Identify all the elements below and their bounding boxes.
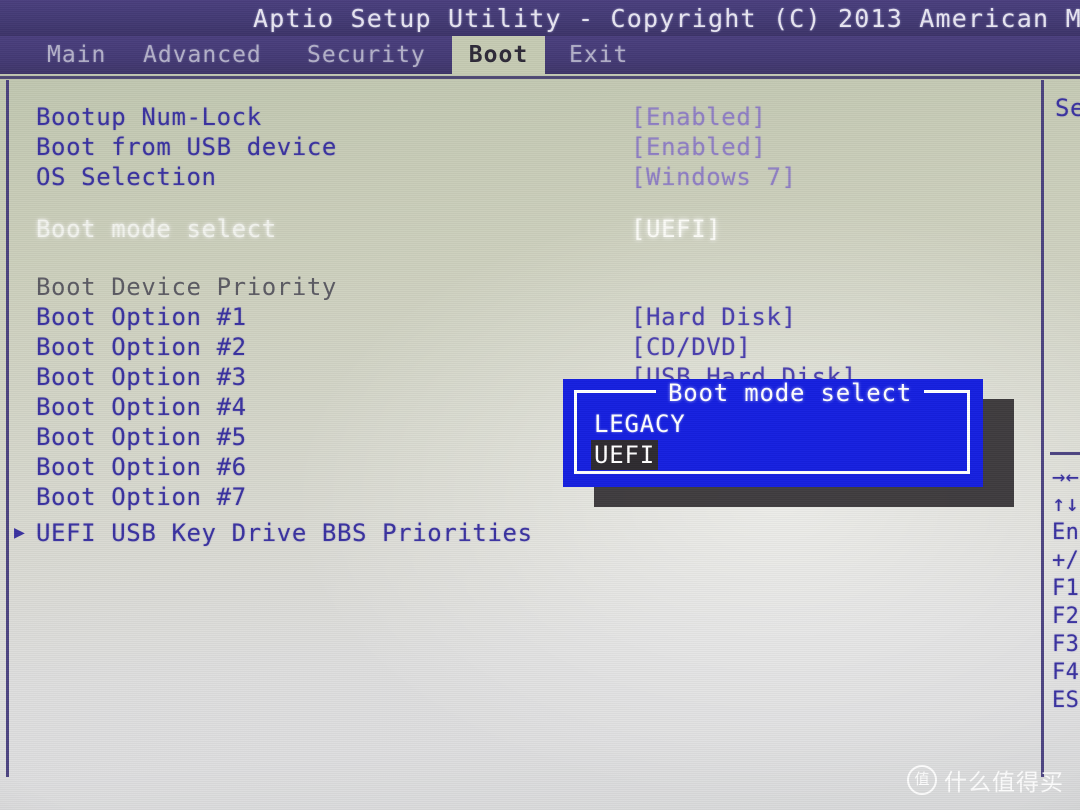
dialog-option-legacy[interactable]: LEGACY (591, 409, 689, 439)
tab-security[interactable]: Security (298, 36, 435, 74)
dialog-title: Boot mode select (656, 381, 924, 405)
setting-label: Boot Option #3 (36, 363, 247, 391)
help-panel-divider-line (1050, 452, 1080, 455)
setting-label: Boot Option #7 (36, 483, 247, 511)
help-key-f1: F1: (1052, 576, 1080, 601)
setting-row-bootup-num-lock[interactable]: Bootup Num-Lock [Enabled] (0, 102, 1035, 132)
setting-label: Boot Option #5 (36, 423, 247, 451)
setting-value[interactable]: [UEFI] (631, 214, 721, 244)
setting-label: Boot from USB device (36, 133, 337, 161)
tab-advanced[interactable]: Advanced (134, 36, 271, 74)
watermark: 值 什么值得买 (907, 763, 1064, 797)
setting-row-boot-from-usb-device[interactable]: Boot from USB device [Enabled] (0, 132, 1035, 162)
setting-value[interactable]: [Enabled] (631, 102, 766, 132)
setting-row-os-selection[interactable]: OS Selection [Windows 7] (0, 162, 1035, 192)
dialog-option-uefi[interactable]: UEFI (591, 440, 658, 470)
tab-main[interactable]: Main (38, 36, 115, 74)
setting-label: Boot Option #1 (36, 303, 247, 331)
setting-value[interactable]: [Enabled] (631, 132, 766, 162)
setting-value[interactable]: [Windows 7] (631, 162, 797, 192)
submenu-label: UEFI USB Key Drive BBS Priorities (36, 519, 533, 547)
help-key-f3: F3: (1052, 632, 1080, 657)
setting-row-boot-option-2[interactable]: Boot Option #2 [CD/DVD] (0, 332, 1035, 362)
title-bar: Aptio Setup Utility - Copyright (C) 2013… (0, 0, 1080, 36)
watermark-text: 什么值得买 (944, 770, 1064, 796)
setting-label: Boot Option #6 (36, 453, 247, 481)
help-panel-heading: Se (1055, 94, 1080, 122)
help-key-up-down: ↑↓ (1052, 492, 1080, 517)
page-title: Aptio Setup Utility - Copyright (C) 2013… (253, 4, 1080, 33)
watermark-badge-icon: 值 (907, 765, 937, 795)
help-key-f2: F2: (1052, 604, 1080, 629)
boot-mode-select-dialog: Boot mode select LEGACY UEFI (563, 379, 983, 487)
section-label: Boot Device Priority (36, 273, 337, 301)
help-key-f4: F4: (1052, 660, 1080, 685)
tab-exit[interactable]: Exit (560, 36, 637, 74)
section-header-boot-device-priority: Boot Device Priority (0, 272, 1035, 302)
help-key-enter: Ent (1052, 520, 1080, 545)
help-key-esc: ESC (1052, 688, 1080, 713)
setting-label: Boot Option #4 (36, 393, 247, 421)
setting-row-boot-mode-select[interactable]: Boot mode select [UEFI] (0, 214, 1035, 244)
setting-label: Boot Option #2 (36, 333, 247, 361)
setting-value[interactable]: [CD/DVD] (631, 332, 751, 362)
setting-label: Bootup Num-Lock (36, 103, 262, 131)
help-key-plus-minus: +/- (1052, 548, 1080, 573)
submenu-row-uefi-usb-key-drive-bbs-priorities[interactable]: ▶ UEFI USB Key Drive BBS Priorities (0, 518, 1035, 548)
help-key-left-right: →← (1052, 465, 1080, 490)
help-panel: Se →← ↑↓ Ent +/- F1: F2: F3: F4: ESC (1044, 80, 1080, 780)
header-divider (0, 76, 1080, 79)
setting-label: Boot mode select (36, 215, 277, 243)
tab-boot[interactable]: Boot (452, 36, 545, 74)
submenu-arrow-icon: ▶ (14, 522, 25, 543)
bios-setup-screen: Aptio Setup Utility - Copyright (C) 2013… (0, 0, 1080, 810)
setting-row-boot-option-1[interactable]: Boot Option #1 [Hard Disk] (0, 302, 1035, 332)
setting-value[interactable]: [Hard Disk] (631, 302, 797, 332)
setting-label: OS Selection (36, 163, 217, 191)
menu-tab-bar: Main Advanced Security Boot Exit (0, 36, 1080, 74)
